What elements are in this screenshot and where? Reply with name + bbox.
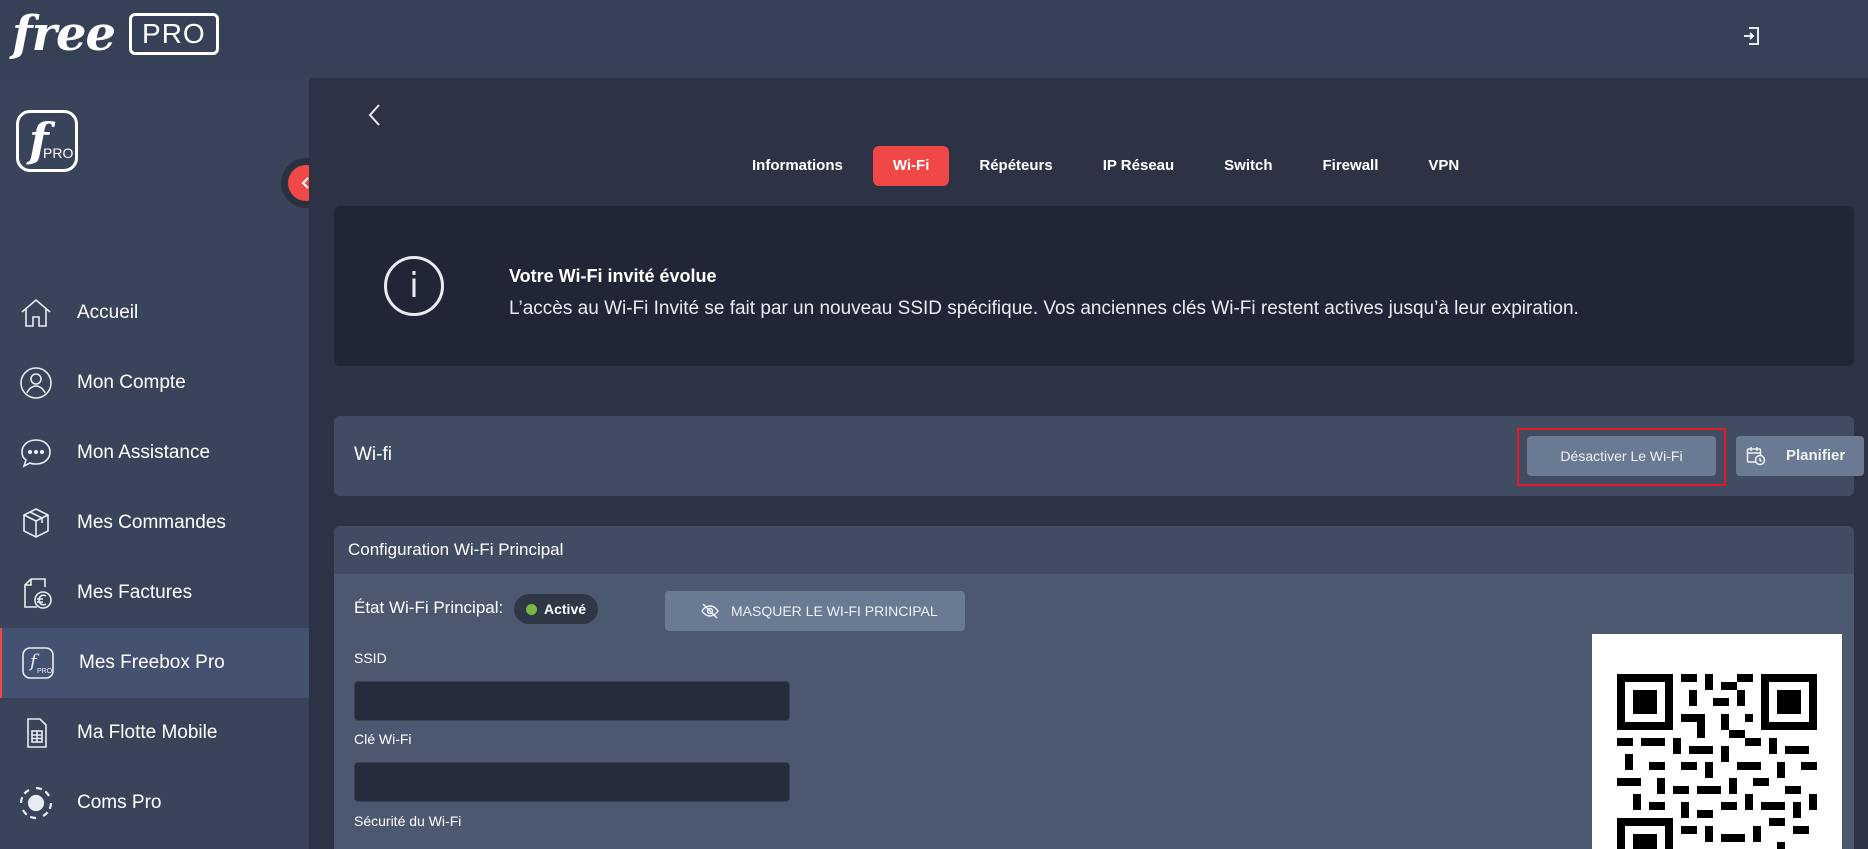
eye-off-icon [701, 603, 719, 619]
sidebar-item-mes-commandes[interactable]: Mes Commandes [0, 488, 309, 558]
sidebar-item-label: Mes Freebox Pro [79, 652, 225, 673]
wifi-key-input[interactable] [354, 762, 790, 802]
sidebar-item-label: Coms Pro [77, 792, 162, 813]
brand-badge: PRO [129, 13, 219, 55]
notice-text: L’accès au Wi-Fi Invité se fait par un n… [509, 298, 1579, 319]
notice-title: Votre Wi-Fi invité évolue [509, 266, 717, 286]
sidebar-item-label: Mes Commandes [77, 512, 226, 533]
wifi-security-label: Sécurité du Wi-Fi [354, 813, 462, 829]
main-content: Informations Wi-Fi Répéteurs IP Réseau S… [309, 78, 1868, 849]
sidebar-item-mon-assistance[interactable]: Mon Assistance [0, 418, 309, 488]
back-button[interactable] [363, 100, 387, 130]
freebox-pro-logo[interactable]: f PRO [16, 110, 78, 172]
logout-icon[interactable] [1740, 24, 1764, 48]
chat-icon [21, 439, 51, 468]
sidebar-item-mes-factures[interactable]: Mes Factures [0, 558, 309, 628]
phone-circle-icon [19, 786, 53, 820]
sidebar-item-label: Mon Assistance [77, 442, 211, 463]
main-wifi-config-panel: Configuration Wi-Fi Principal État Wi-Fi… [334, 526, 1854, 849]
sidebar-item-label: Accueil [77, 302, 139, 323]
brand-word: free [12, 6, 116, 62]
wifi-key-label: Clé Wi-Fi [354, 731, 412, 747]
tab-wifi[interactable]: Wi-Fi [872, 146, 950, 186]
sidebar: f PRO Accueil Mon Compte Mon Assistance … [0, 78, 331, 849]
guest-wifi-notice: i Votre Wi-Fi invité évolue L’accès au W… [334, 206, 1854, 366]
tab-switch[interactable]: Switch [1199, 146, 1297, 186]
info-icon: i [384, 256, 444, 316]
sidebar-nav: Accueil Mon Compte Mon Assistance Mes Co… [0, 278, 309, 838]
calendar-clock-icon [1746, 447, 1766, 466]
wifi-section-title: Wi-fi [354, 444, 392, 465]
logo-sub: PRO [43, 145, 74, 161]
tab-repeteurs[interactable]: Répéteurs [954, 146, 1077, 186]
sidebar-item-label: Mes Factures [77, 582, 193, 603]
invoice-euro-icon [24, 578, 52, 609]
sidebar-item-accueil[interactable]: Accueil [0, 278, 309, 348]
sidebar-item-mon-compte[interactable]: Mon Compte [0, 348, 309, 418]
svg-text:PRO: PRO [37, 668, 53, 675]
disable-wifi-button[interactable]: Désactiver Le Wi-Fi [1527, 436, 1716, 476]
sidebar-item-label: Mon Compte [77, 372, 186, 393]
tab-vpn[interactable]: VPN [1403, 146, 1484, 186]
status-badge: Activé [514, 594, 599, 624]
config-title: Configuration Wi-Fi Principal [334, 526, 1854, 574]
wifi-toolbar: Wi-fi Désactiver Le Wi-Fi Planifier [334, 416, 1864, 496]
freebox-pro-icon: f PRO [22, 647, 54, 679]
ssid-label: SSID [354, 650, 387, 666]
tab-bar: Informations Wi-Fi Répéteurs IP Réseau S… [727, 146, 1484, 186]
package-icon [23, 508, 49, 538]
wifi-state-label: État Wi-Fi Principal: [354, 598, 504, 617]
ssid-input[interactable] [354, 681, 790, 721]
hide-main-wifi-button[interactable]: MASQUER LE WI-FI PRINCIPAL [665, 591, 965, 631]
sidebar-item-label: Ma Flotte Mobile [77, 722, 218, 743]
schedule-button[interactable]: Planifier [1736, 436, 1864, 476]
tab-ip-reseau[interactable]: IP Réseau [1078, 146, 1199, 186]
home-icon [21, 298, 51, 327]
sim-card-icon [27, 718, 47, 748]
wifi-qr-panel [1592, 634, 1842, 849]
tab-informations[interactable]: Informations [727, 146, 868, 186]
brand-logo[interactable]: free PRO [12, 6, 219, 62]
chevron-left-icon [368, 104, 380, 126]
hide-main-wifi-label: MASQUER LE WI-FI PRINCIPAL [731, 603, 938, 619]
tab-firewall[interactable]: Firewall [1298, 146, 1404, 186]
sidebar-item-coms-pro[interactable]: Coms Pro [0, 768, 309, 838]
sidebar-item-ma-flotte-mobile[interactable]: Ma Flotte Mobile [0, 698, 309, 768]
top-header: free PRO [0, 0, 1868, 78]
qr-code-icon [1617, 674, 1817, 849]
schedule-label: Planifier [1786, 447, 1846, 464]
user-icon [20, 367, 52, 399]
sidebar-item-mes-freebox-pro[interactable]: f PRO Mes Freebox Pro [0, 628, 309, 698]
